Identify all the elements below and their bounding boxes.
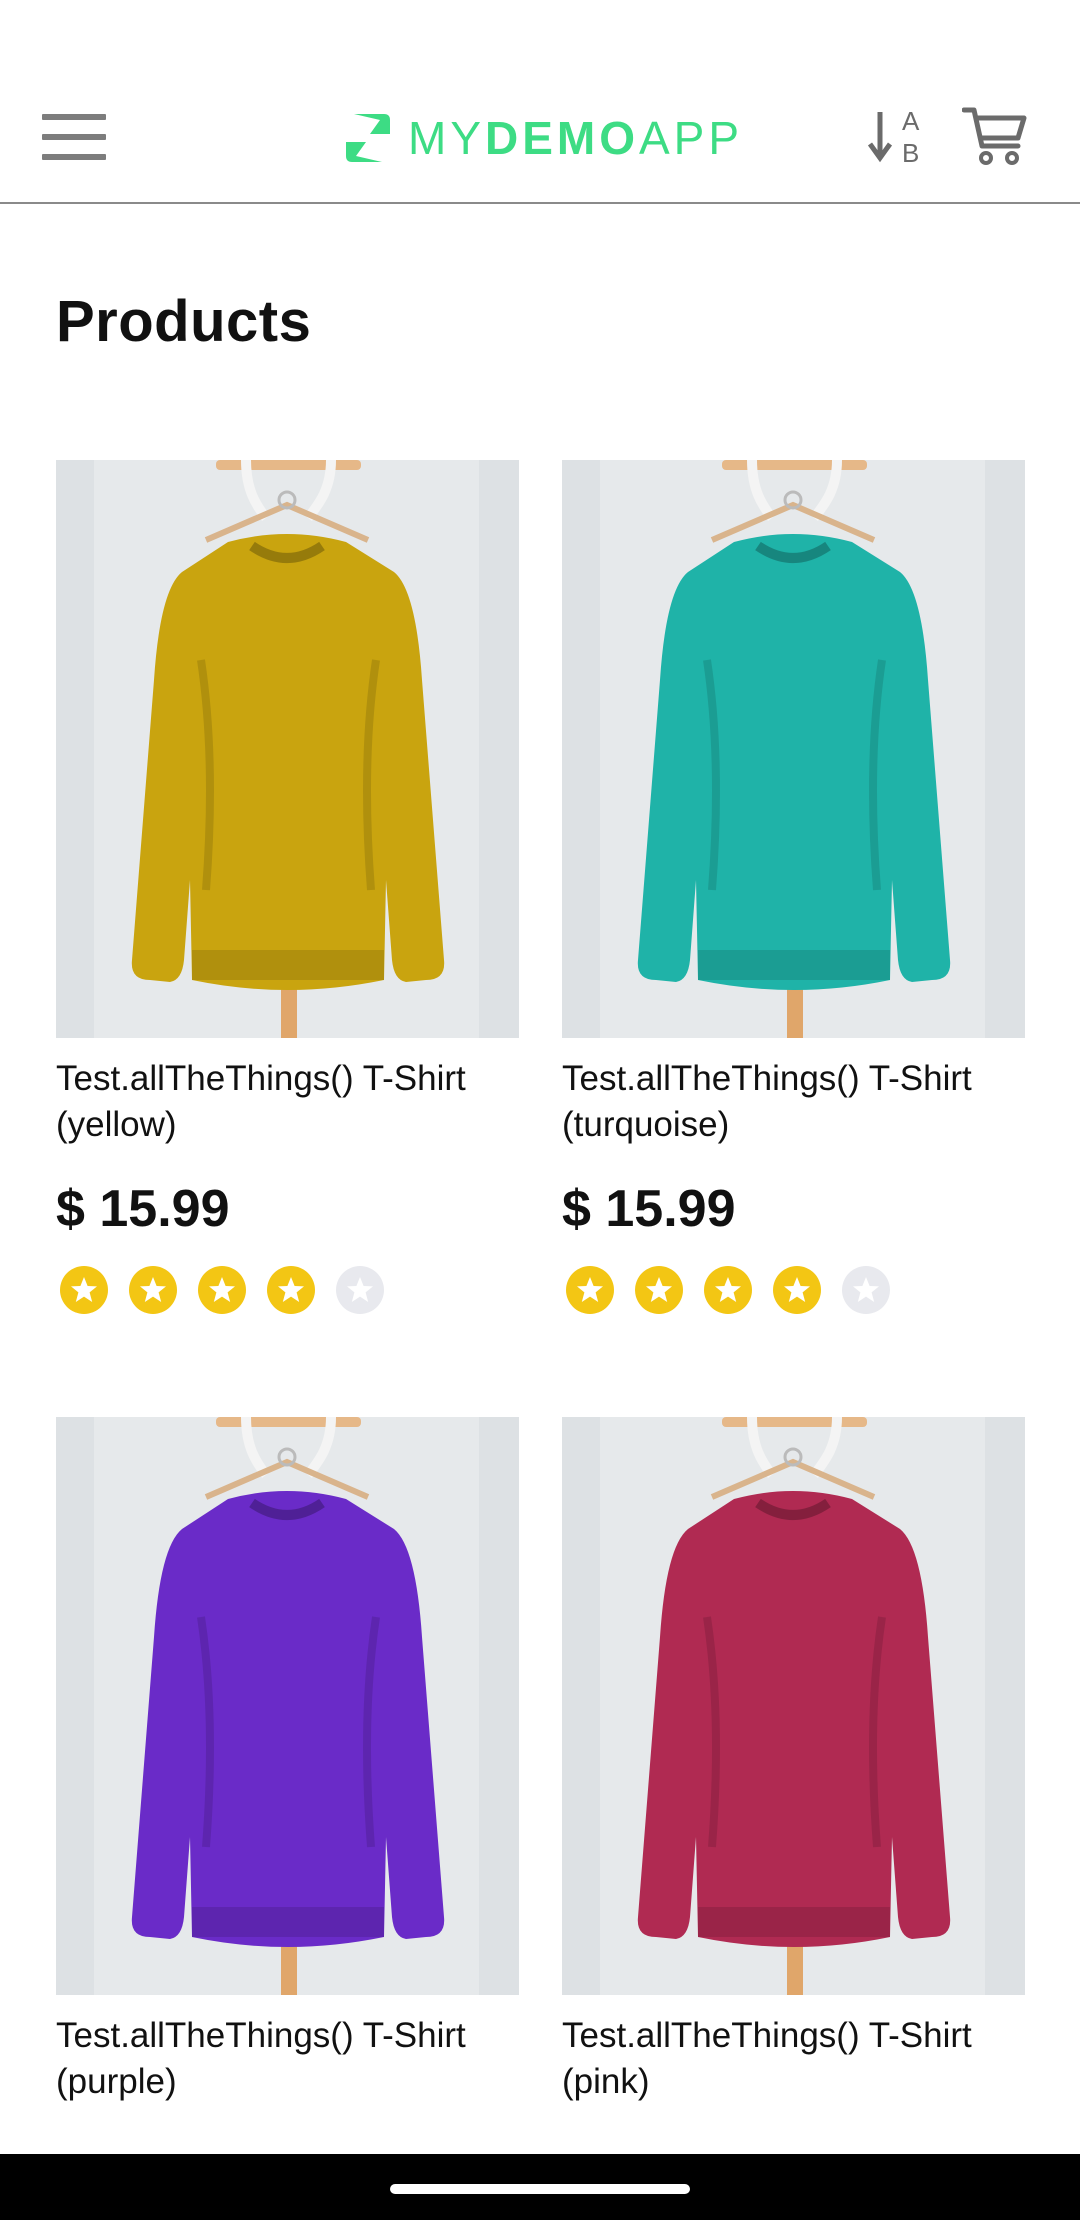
star-empty-icon[interactable] <box>842 1266 890 1314</box>
star-filled-icon[interactable] <box>704 1266 752 1314</box>
star-icon <box>278 1277 304 1302</box>
product-image[interactable] <box>562 460 1025 1038</box>
svg-text:A: A <box>902 106 920 136</box>
app-logo: MYDEMOAPP <box>340 106 743 170</box>
product-price: $ 15.99 <box>56 1180 230 1238</box>
star-filled-icon[interactable] <box>566 1266 614 1314</box>
product-image[interactable] <box>56 460 519 1038</box>
product-name: Test.allTheThings() T-Shirt (purple) <box>56 2016 466 2101</box>
menu-button[interactable] <box>42 108 106 168</box>
star-icon <box>784 1277 810 1302</box>
sort-button[interactable]: A B <box>867 104 928 168</box>
menu-bar-bottom <box>42 154 106 160</box>
svg-text:B: B <box>902 138 919 168</box>
star-icon <box>209 1277 235 1302</box>
sweater-image <box>56 1417 519 1995</box>
menu-bar-middle <box>42 134 106 140</box>
star-filled-icon[interactable] <box>635 1266 683 1314</box>
star-filled-icon[interactable] <box>773 1266 821 1314</box>
status-bar <box>0 0 1080 84</box>
star-filled-icon[interactable] <box>198 1266 246 1314</box>
logo-icon <box>346 114 390 162</box>
product-image[interactable] <box>562 1417 1025 1995</box>
product-image[interactable] <box>56 1417 519 1995</box>
star-icon <box>71 1277 97 1302</box>
menu-bar-top <box>42 114 106 120</box>
star-empty-icon[interactable] <box>336 1266 384 1314</box>
product-name: Test.allTheThings() T-Shirt (turquoise) <box>562 1059 972 1144</box>
product-rating <box>566 1266 911 1314</box>
product-rating <box>60 1266 405 1314</box>
star-filled-icon[interactable] <box>267 1266 315 1314</box>
home-gesture-pill[interactable] <box>390 2184 690 2194</box>
page-title: Products <box>56 289 312 354</box>
product-name: Test.allTheThings() T-Shirt (pink) <box>562 2016 972 2101</box>
product-price: $ 15.99 <box>562 1180 736 1238</box>
app-header: MYDEMOAPP A B <box>0 84 1080 204</box>
product-name: Test.allTheThings() T-Shirt (yellow) <box>56 1059 466 1144</box>
cart-icon <box>961 107 1027 165</box>
logo-text-my: MY <box>408 112 485 164</box>
logo-text: MYDEMOAPP <box>408 115 743 161</box>
sweater-image <box>562 460 1025 1038</box>
cart-button[interactable] <box>961 102 1028 168</box>
sort-az-icon: A B <box>867 106 920 168</box>
star-icon <box>646 1277 672 1302</box>
star-icon <box>715 1277 741 1302</box>
sweater-image <box>56 460 519 1038</box>
system-navigation-bar <box>0 2154 1080 2220</box>
star-icon <box>140 1277 166 1302</box>
star-icon <box>347 1277 373 1302</box>
star-filled-icon[interactable] <box>129 1266 177 1314</box>
star-icon <box>853 1277 879 1302</box>
star-filled-icon[interactable] <box>60 1266 108 1314</box>
logo-text-app: APP <box>639 112 744 164</box>
star-icon <box>577 1277 603 1302</box>
logo-text-demo: DEMO <box>485 112 639 164</box>
sweater-image <box>562 1417 1025 1995</box>
